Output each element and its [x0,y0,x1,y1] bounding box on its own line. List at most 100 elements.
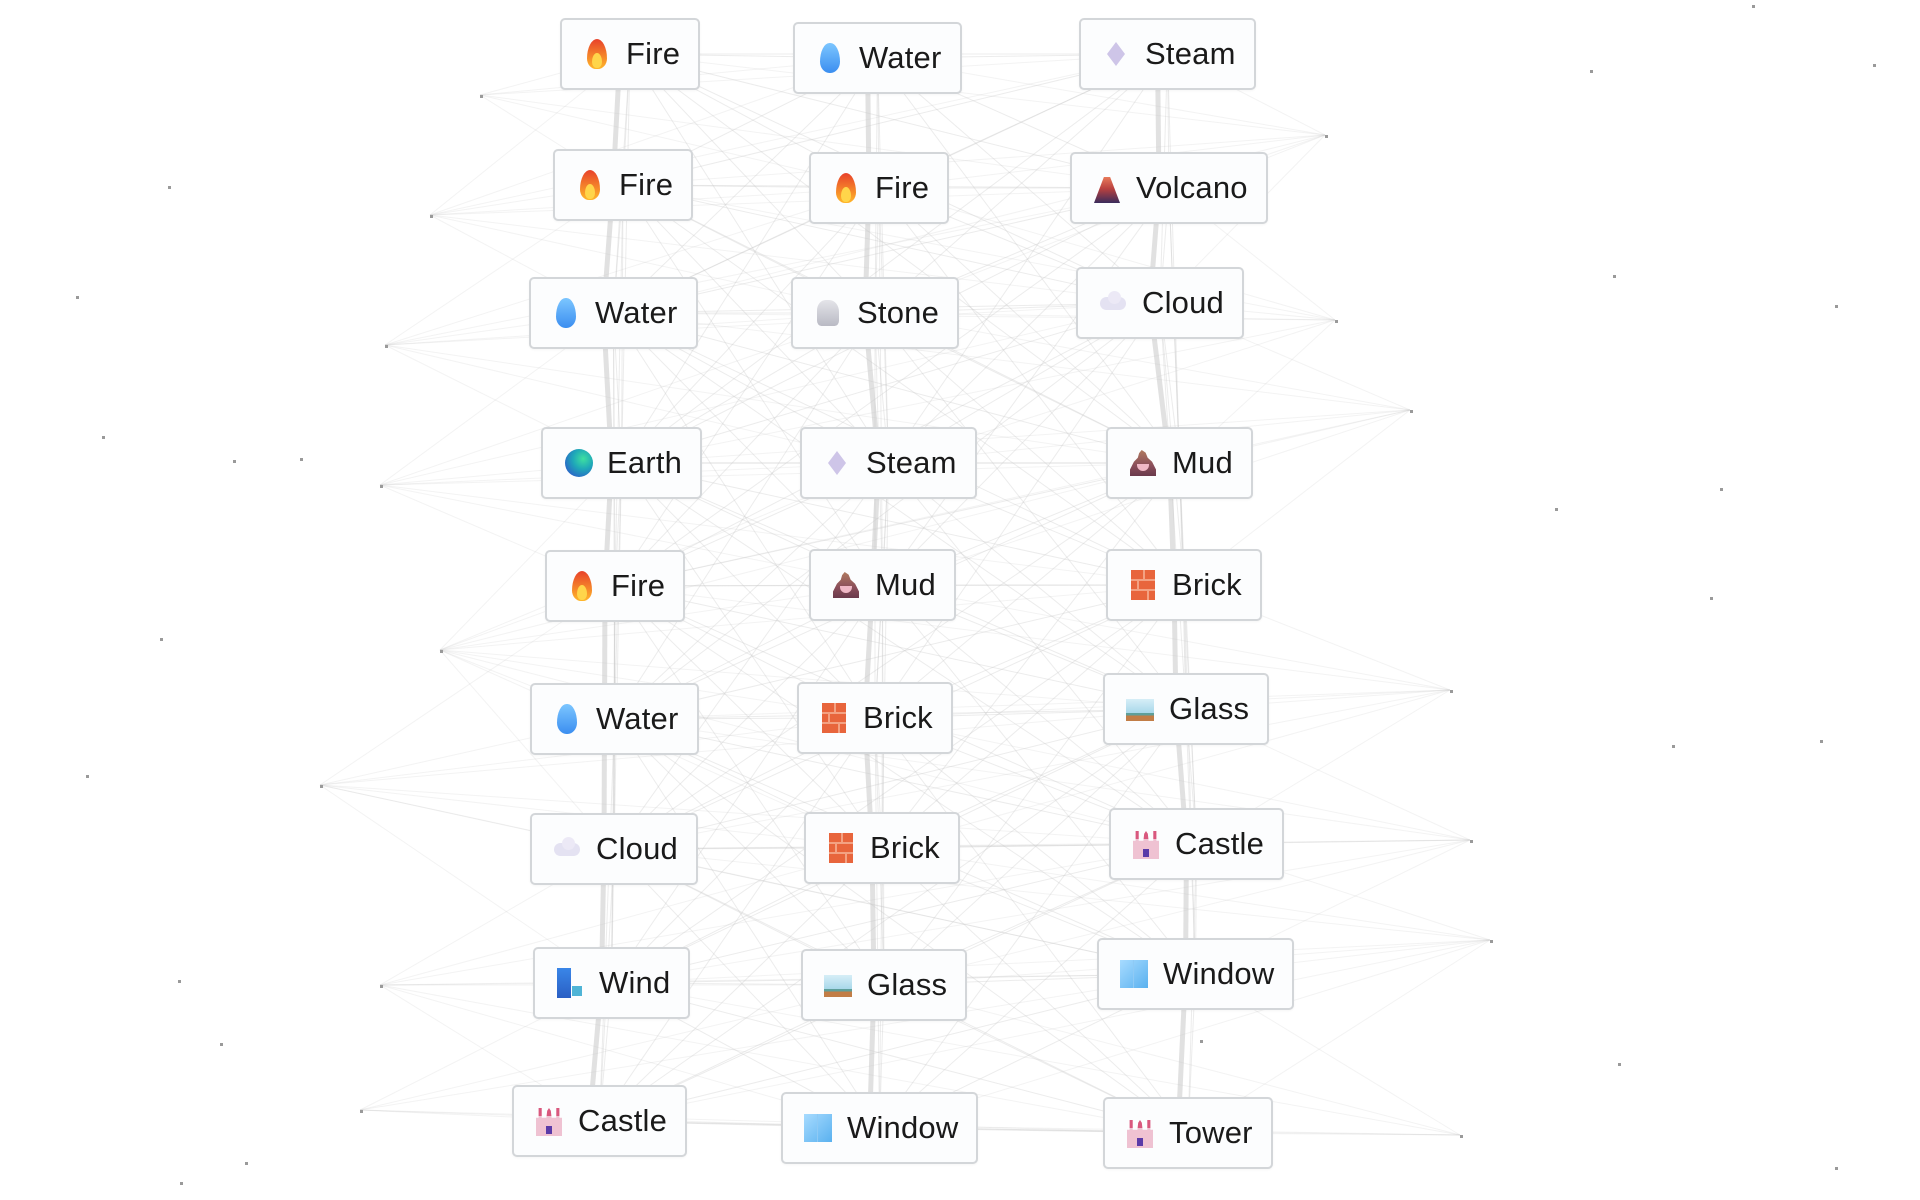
connection-line [599,939,1491,1122]
connection-line [614,718,880,1129]
element-label: Mud [1172,445,1233,480]
node-dot [1835,305,1838,308]
element-label: Earth [607,445,683,480]
element-label: Brick [863,700,933,735]
element-card-cloud[interactable]: Cloud [1076,267,1244,339]
connection-line [359,1109,1189,1134]
connection-line [629,53,889,464]
element-label: Stone [857,295,940,330]
element-card-stone[interactable]: Stone [791,277,960,349]
element-label: Wind [599,965,671,1000]
element-card-water[interactable]: Water [529,277,698,349]
node-dot [178,980,181,983]
node-dot [1410,410,1413,413]
node-dot [1618,1063,1621,1066]
node-dot [1710,597,1713,600]
element-card-volcano[interactable]: Volcano [1070,152,1268,224]
element-card-brick[interactable]: Brick [797,682,953,754]
node-dot [1325,135,1328,138]
node-dot [160,638,163,641]
element-card-fire[interactable]: Fire [560,18,701,90]
node-dot [1613,275,1616,278]
tower-icon [1125,1116,1155,1150]
connection-line [359,973,1196,1111]
element-label: Steam [1145,36,1236,71]
element-card-steam[interactable]: Steam [800,427,977,499]
element-card-glass[interactable]: Glass [1103,673,1270,745]
element-card-fire[interactable]: Fire [545,550,686,622]
steam-icon [1101,37,1131,71]
element-label: Castle [578,1103,668,1138]
element-card-castle[interactable]: Castle [1109,808,1285,880]
node-dot [220,1043,223,1046]
connection-line [599,708,1187,1122]
water-icon [551,296,581,330]
node-dot [1470,840,1473,843]
element-card-fire[interactable]: Fire [553,149,694,221]
connection-line [614,689,1451,720]
element-label: Steam [866,445,957,480]
element-card-tower[interactable]: Tower [1103,1097,1273,1169]
cloud-icon [1098,286,1128,320]
element-card-mud[interactable]: Mud [809,549,956,621]
node-dot [430,215,433,218]
element-label: Fire [619,167,674,202]
node-dot [1835,1167,1838,1170]
node-dot [180,1182,183,1185]
connection-line [621,53,1168,464]
connection-line [888,462,1197,845]
node-dot [380,485,383,488]
element-card-brick[interactable]: Brick [804,812,960,884]
element-card-mud[interactable]: Mud [1106,427,1253,499]
connection-line [874,302,1161,719]
connection-line [611,982,1461,1136]
element-label: Water [596,701,679,736]
element-card-cloud[interactable]: Cloud [530,813,698,885]
glass-icon [1125,692,1155,726]
steam-icon [822,446,852,480]
crafting-canvas[interactable]: Fire Water Steam Fire Fire Volcano Water… [0,0,1920,1200]
wind-icon [555,966,585,1000]
stone-icon [813,296,843,330]
connection-line [613,462,1180,850]
element-card-water[interactable]: Water [530,683,699,755]
node-dot [1490,940,1493,943]
element-card-water[interactable]: Water [793,22,962,94]
mud-icon [831,568,861,602]
element-card-window[interactable]: Window [781,1092,979,1164]
connection-line [1167,53,1180,464]
element-card-window[interactable]: Window [1097,938,1295,1010]
node-dot [1460,1135,1463,1138]
element-card-brick[interactable]: Brick [1106,549,1262,621]
brick-icon [819,701,849,735]
fire-icon [575,168,605,202]
node-dot [360,1110,363,1113]
node-dot [1590,70,1593,73]
fire-icon [582,37,612,71]
element-label: Brick [1172,567,1242,602]
node-dot [1555,508,1558,511]
node-dot [1873,64,1876,67]
element-card-castle[interactable]: Castle [512,1085,688,1157]
element-card-glass[interactable]: Glass [801,949,968,1021]
element-card-steam[interactable]: Steam [1079,18,1256,90]
node-dot [233,460,236,463]
element-card-earth[interactable]: Earth [541,427,703,499]
element-card-fire[interactable]: Fire [809,152,950,224]
node-dot [1720,488,1723,491]
node-dot [1450,690,1453,693]
element-label: Castle [1175,826,1265,861]
connection-line [878,187,1185,586]
node-dot [380,985,383,988]
connection-line [379,973,1196,986]
brick-icon [1128,568,1158,602]
connection-line [614,718,1471,841]
node-dot [86,775,89,778]
mud-icon [1128,446,1158,480]
connection-line [379,302,1161,486]
window-icon [1119,957,1149,991]
node-dot [102,436,105,439]
element-label: Mud [875,567,936,602]
element-label: Fire [875,170,930,205]
element-card-wind[interactable]: Wind [533,947,691,1019]
